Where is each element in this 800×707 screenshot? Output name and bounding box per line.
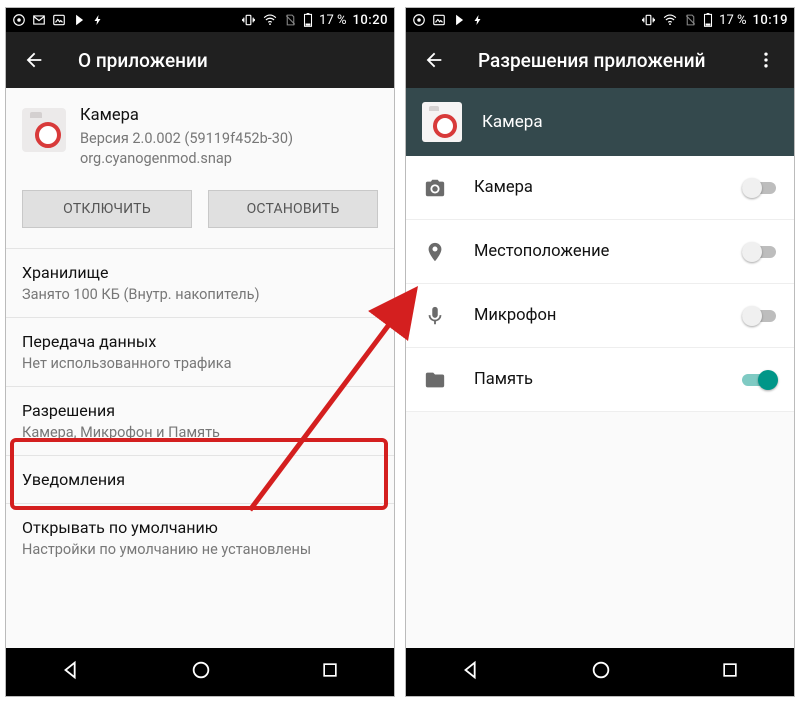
battery-text: 17 % [319, 13, 346, 28]
back-button[interactable] [14, 40, 54, 80]
notif2-icon [72, 13, 86, 27]
clock-text-r: 10:19 [753, 13, 788, 28]
bolt-icon [472, 13, 484, 27]
item-notifications[interactable]: Уведомления [6, 455, 394, 503]
notif-icon [12, 13, 26, 27]
notif-icon [412, 13, 426, 27]
permission-label: Камера [474, 178, 716, 197]
appbar-title: О приложении [78, 49, 386, 72]
mail-icon [32, 13, 46, 27]
phone-left: 17 % 10:20 О приложении Камера Версия 2.… [5, 7, 395, 697]
stop-button[interactable]: ОСТАНОВИТЬ [208, 190, 378, 228]
bolt-icon [92, 13, 104, 27]
nav-back-r[interactable] [460, 659, 482, 685]
content-left: Камера Версия 2.0.002 (59119f452b-30) or… [6, 88, 394, 648]
item-data[interactable]: Передача данных Нет использованного траф… [6, 317, 394, 386]
item-notifications-title: Уведомления [22, 470, 378, 489]
item-storage-sub: Занято 100 КБ (Внутр. накопитель) [22, 286, 378, 303]
item-defaults-sub: Настройки по умолчанию не установлены [22, 541, 378, 558]
image-icon [432, 13, 446, 27]
permission-row-mic[interactable]: Микрофон [406, 284, 794, 348]
permission-label: Микрофон [474, 306, 716, 325]
phone-right: 17 % 10:19 Разрешения приложений Камера … [405, 7, 795, 697]
camera-app-icon-r [422, 102, 462, 142]
circle-home-icon [190, 659, 212, 681]
nav-home-r[interactable] [590, 659, 612, 685]
permission-row-camera[interactable]: Камера [406, 156, 794, 220]
battery-icon [303, 13, 313, 27]
disable-button[interactable]: ОТКЛЮЧИТЬ [22, 190, 192, 228]
status-bar: 17 % 10:20 [6, 8, 394, 32]
location-icon [422, 241, 448, 263]
triangle-back-icon [60, 659, 82, 681]
item-storage-title: Хранилище [22, 263, 378, 282]
item-defaults[interactable]: Открывать по умолчанию Настройки по умол… [6, 503, 394, 572]
circle-home-icon [590, 659, 612, 681]
permission-label: Память [474, 370, 716, 389]
item-permissions-title: Разрешения [22, 401, 378, 420]
permissions-header-label: Камера [482, 112, 543, 132]
app-version: Версия 2.0.002 (59119f452b-30) [80, 129, 293, 149]
nosim-icon [684, 13, 697, 27]
permission-row-storage[interactable]: Память [406, 348, 794, 412]
nav-recent-r[interactable] [720, 660, 740, 684]
app-bar-r: Разрешения приложений [406, 32, 794, 88]
nav-recent[interactable] [320, 660, 340, 684]
wifi-icon [662, 13, 678, 27]
app-package: org.cyanogenmod.snap [80, 149, 293, 169]
square-recent-icon [720, 660, 740, 680]
app-bar: О приложении [6, 32, 394, 88]
clock-text: 10:20 [353, 13, 388, 28]
triangle-back-icon [460, 659, 482, 681]
permission-row-location[interactable]: Местоположение [406, 220, 794, 284]
nav-back[interactable] [60, 659, 82, 685]
permission-toggle[interactable] [742, 306, 778, 326]
battery-icon [703, 13, 713, 27]
content-right: Камера Камера Местоположение Микрофон Памят… [406, 88, 794, 648]
vibrate-icon [241, 13, 256, 27]
vibrate-icon [641, 13, 656, 27]
camera-icon [422, 177, 448, 199]
image-icon [52, 13, 66, 27]
storage-icon [422, 369, 448, 391]
square-recent-icon [320, 660, 340, 680]
camera-app-icon [22, 108, 66, 152]
permission-label: Местоположение [474, 242, 716, 261]
nav-home[interactable] [190, 659, 212, 685]
arrow-back-icon [423, 49, 445, 71]
overflow-button[interactable] [746, 40, 786, 80]
permission-toggle[interactable] [742, 242, 778, 262]
back-button-r[interactable] [414, 40, 454, 80]
appbar-title-r: Разрешения приложений [478, 49, 722, 72]
battery-text-r: 17 % [719, 13, 746, 28]
app-info-block: Камера Версия 2.0.002 (59119f452b-30) or… [6, 88, 394, 184]
nav-bar [6, 648, 394, 696]
item-data-title: Передача данных [22, 332, 378, 351]
permission-toggle[interactable] [742, 178, 778, 198]
more-vert-icon [756, 50, 776, 70]
permissions-header: Камера [406, 88, 794, 156]
item-permissions-sub: Камера, Микрофон и Память [22, 424, 378, 441]
nav-bar-r [406, 648, 794, 696]
permission-toggle[interactable] [742, 370, 778, 390]
wifi-icon [262, 13, 278, 27]
item-storage[interactable]: Хранилище Занято 100 КБ (Внутр. накопите… [6, 248, 394, 317]
item-defaults-title: Открывать по умолчанию [22, 518, 378, 537]
nosim-icon [284, 13, 297, 27]
mic-icon [422, 305, 448, 327]
app-name: Камера [80, 106, 293, 125]
status-bar-r: 17 % 10:19 [406, 8, 794, 32]
item-data-sub: Нет использованного трафика [22, 355, 378, 372]
arrow-back-icon [23, 49, 45, 71]
notif2-icon [452, 13, 466, 27]
item-permissions[interactable]: Разрешения Камера, Микрофон и Память [6, 386, 394, 455]
